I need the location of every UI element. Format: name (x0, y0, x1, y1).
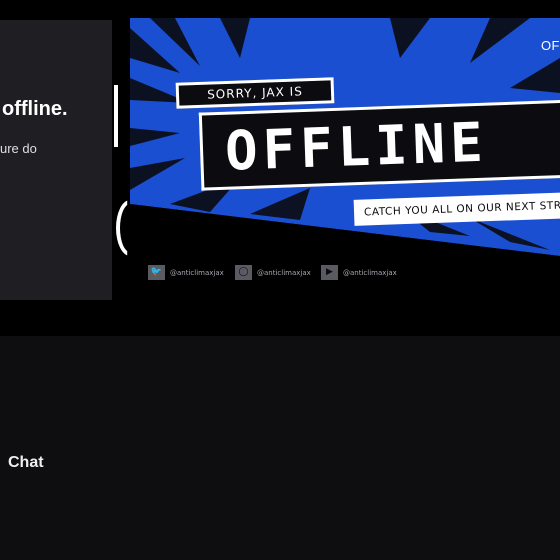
social-handle: @anticlimaxjax (257, 268, 311, 277)
offline-banner: SORRY, JAX IS OFFLINE CATCH YOU ALL ON O… (130, 18, 560, 336)
offline-heading-box: OFFLINE (198, 99, 560, 191)
video-player[interactable]: offline. ure do SORRY, JAX IS OFFLINE CA… (0, 0, 560, 336)
social-instagram: ◯ @anticlimaxjax (235, 264, 311, 282)
social-handle: @anticlimaxjax (343, 268, 397, 277)
sorry-label: SORRY, JAX IS (175, 77, 335, 109)
social-twitter: 🐦 @anticlimaxjax (148, 264, 224, 282)
offline-info-card: offline. ure do (0, 20, 112, 300)
offline-corner-label: OF (540, 38, 560, 53)
offline-status-subtitle: ure do (0, 141, 37, 156)
offline-status-title: offline. (2, 98, 68, 120)
social-handle: @anticlimaxjax (170, 268, 224, 277)
overlay-decoration (114, 85, 128, 147)
youtube-icon: ▶ (321, 265, 338, 281)
instagram-icon: ◯ (235, 265, 252, 281)
twitter-icon: 🐦 (148, 265, 165, 281)
social-youtube: ▶ @anticlimaxjax (321, 264, 397, 282)
tab-chat[interactable]: Chat (8, 454, 44, 472)
offline-heading: OFFLINE (224, 110, 489, 183)
